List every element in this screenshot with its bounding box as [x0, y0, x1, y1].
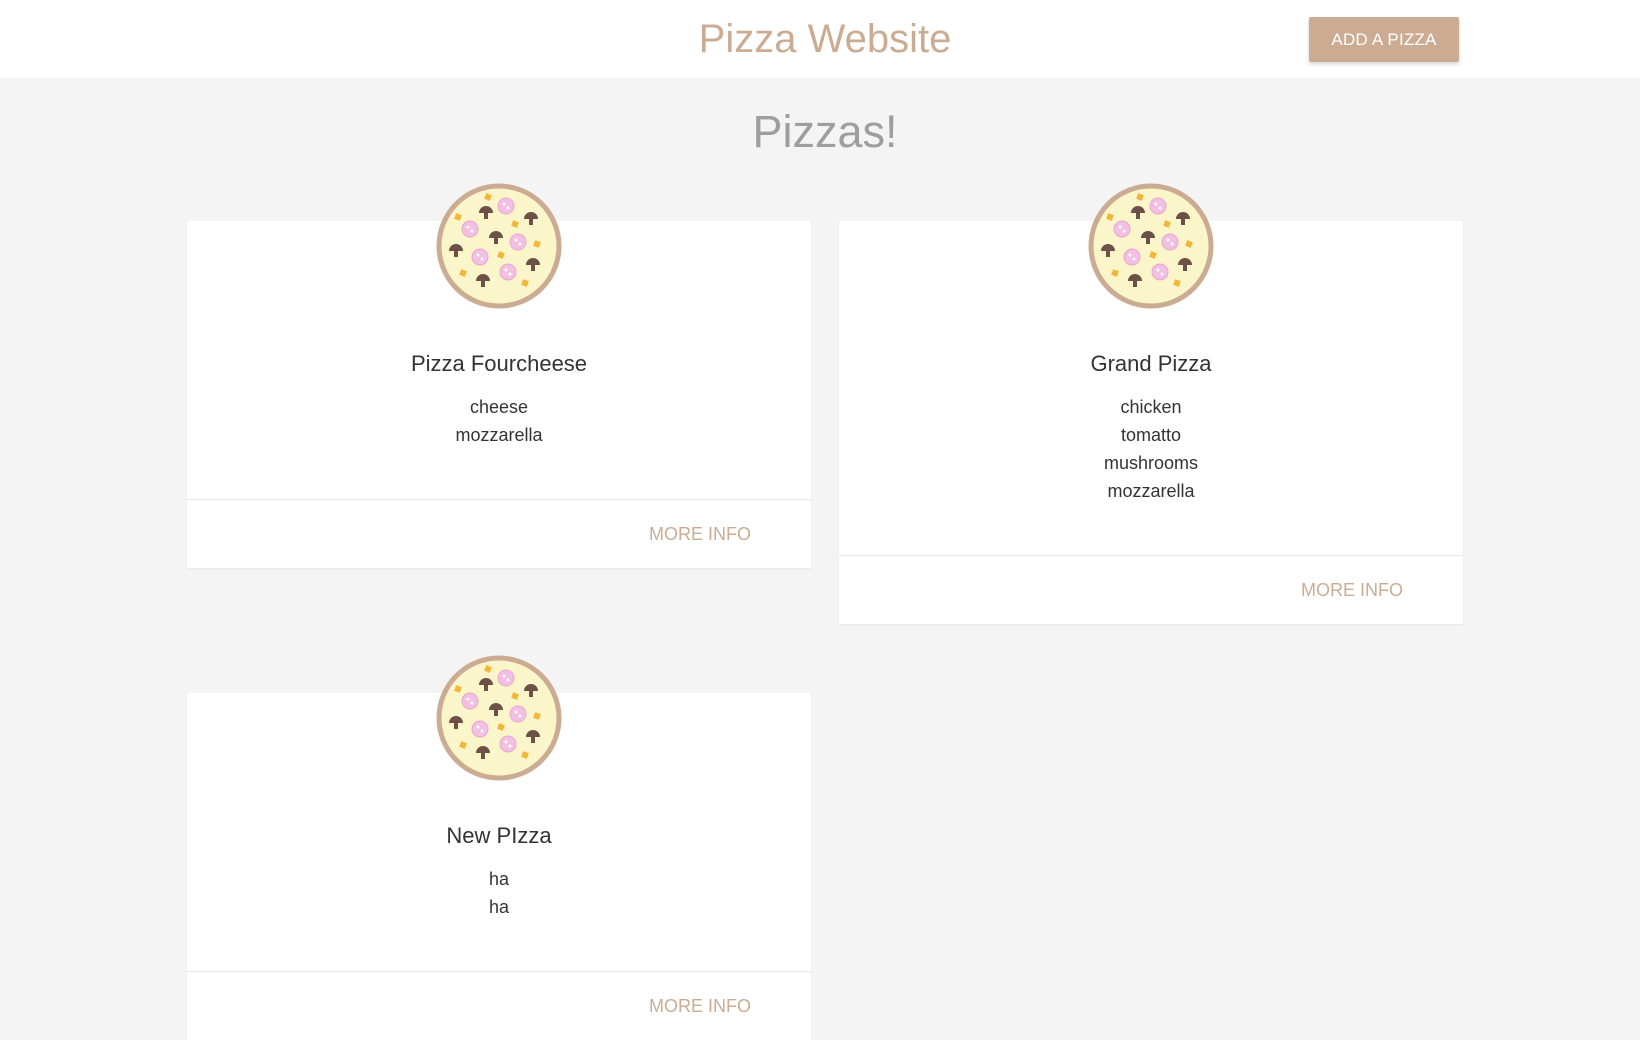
- pizza-title: Grand Pizza: [1090, 351, 1212, 376]
- ingredient-item: chicken: [1120, 397, 1182, 417]
- card-action: MORE INFO: [839, 555, 1463, 624]
- ingredient-item: mozzarella: [1107, 481, 1195, 501]
- ingredient-item: mushrooms: [1103, 453, 1199, 473]
- ingredient-item: tomatto: [1120, 425, 1182, 445]
- pizza-title: Pizza Fourcheese: [410, 351, 588, 376]
- ingredient-list: chicken tomatto mushrooms mozzarella: [839, 393, 1463, 505]
- top-navbar: Pizza Website ADD A PIZZA: [0, 0, 1640, 78]
- more-info-link[interactable]: MORE INFO: [649, 972, 751, 1040]
- ingredient-item: ha: [488, 869, 510, 889]
- ingredient-item: cheese: [469, 397, 529, 417]
- more-info-link[interactable]: MORE INFO: [649, 500, 751, 568]
- card-content: Pizza Fourcheese cheese mozzarella: [187, 349, 811, 449]
- card-action: MORE INFO: [187, 971, 811, 1040]
- pizza-icon: [436, 655, 562, 781]
- add-pizza-button[interactable]: ADD A PIZZA: [1309, 17, 1459, 62]
- ingredient-item: ha: [488, 897, 510, 917]
- pizza-icon: [436, 183, 562, 309]
- page-title: Pizzas!: [752, 106, 898, 157]
- more-info-link[interactable]: MORE INFO: [1301, 556, 1403, 624]
- pizza-icon: [1088, 183, 1214, 309]
- ingredient-item: mozzarella: [455, 425, 543, 445]
- card-content: Grand Pizza chicken tomatto mushrooms mo…: [839, 349, 1463, 505]
- card-action: MORE INFO: [187, 499, 811, 568]
- card-content: New PIzza ha ha: [187, 821, 811, 921]
- ingredient-list: cheese mozzarella: [187, 393, 811, 449]
- pizza-title: New PIzza: [446, 823, 552, 848]
- ingredient-list: ha ha: [187, 865, 811, 921]
